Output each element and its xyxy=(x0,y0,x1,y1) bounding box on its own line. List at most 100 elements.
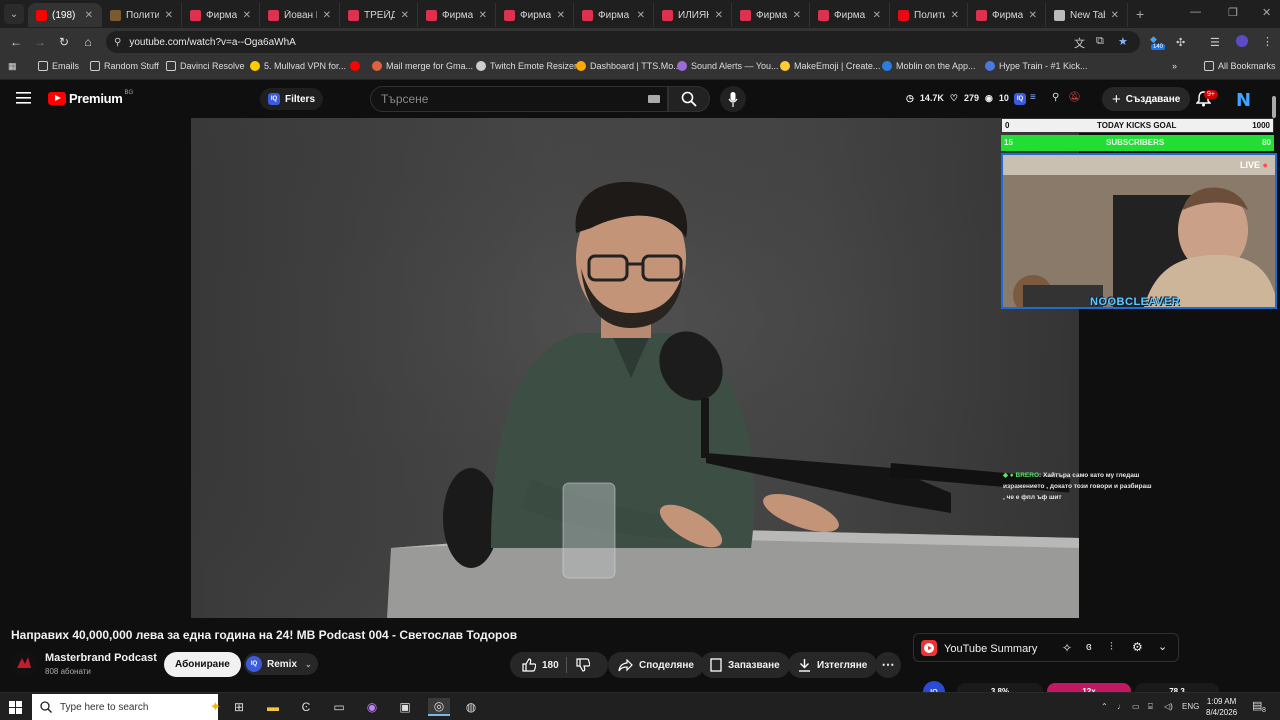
bookmark-item[interactable]: Random Stuff xyxy=(90,61,159,71)
forward-icon[interactable]: → xyxy=(28,35,52,49)
apps-grid-icon[interactable]: ▦ xyxy=(8,61,17,72)
keyboard-icon[interactable] xyxy=(648,95,660,103)
bookmark-item[interactable]: Moblin on the App... xyxy=(882,61,976,71)
file-explorer-icon[interactable]: ▬ xyxy=(264,698,282,716)
address-bar[interactable]: ⚲ youtube.com/watch?v=a--Oga6aWhA 文 ⧉ ★ xyxy=(106,31,1140,53)
bookmark-item[interactable]: MakeEmoji | Create... xyxy=(780,61,880,71)
youtube-logo[interactable]: Premium BG xyxy=(48,90,133,106)
tab-close-icon[interactable]: ✕ xyxy=(165,10,173,21)
account-avatar[interactable]: N xyxy=(1236,90,1251,111)
bookmark-item[interactable]: Dashboard | TTS.Mo... xyxy=(576,61,681,71)
bookmark-item[interactable]: Davinci Resolve xyxy=(166,61,245,71)
more-actions-icon[interactable]: ⋯ xyxy=(875,652,901,678)
discord-icon[interactable]: ◉ xyxy=(363,698,381,716)
chrome-icon[interactable]: ◎ xyxy=(428,698,450,716)
tab-close-icon[interactable]: ✕ xyxy=(479,10,487,21)
bookmark-item[interactable]: Emails xyxy=(38,61,79,71)
browser-tab[interactable]: Фирма ✕ xyxy=(182,3,260,27)
browser-tab[interactable]: Фирма ✕ xyxy=(496,3,574,27)
more-bookmarks-icon[interactable]: » xyxy=(1172,61,1177,71)
tray-volume-icon[interactable]: ◁) xyxy=(1164,702,1173,711)
tab-close-icon[interactable]: ✕ xyxy=(323,10,331,21)
bookmark-item[interactable]: Mail merge for Gma... xyxy=(372,61,473,71)
search-button[interactable] xyxy=(668,86,710,112)
site-info-icon[interactable]: ⚲ xyxy=(114,37,121,48)
browser-tab[interactable]: Фирма ✕ xyxy=(418,3,496,27)
tab-close-icon[interactable]: ✕ xyxy=(873,10,881,21)
settings-gear-icon[interactable]: ⚙ xyxy=(1132,640,1143,654)
tab-close-icon[interactable]: ✕ xyxy=(951,10,959,21)
remix-button[interactable]: IQ Remix ⌄ xyxy=(244,653,318,675)
tab-close-icon[interactable]: ✕ xyxy=(637,10,645,21)
tab-close-icon[interactable]: ✕ xyxy=(85,10,93,21)
browser-tab[interactable]: Фирма ✕ xyxy=(732,3,810,27)
browser-tab[interactable]: Полити ✕ xyxy=(102,3,182,27)
bookmark-item[interactable]: Hype Train - #1 Kick... xyxy=(985,61,1088,71)
translate-icon[interactable]: 文 xyxy=(1074,35,1085,51)
profile-avatar[interactable] xyxy=(1236,35,1248,47)
reading-list-icon[interactable]: ☰ xyxy=(1210,36,1220,49)
browser-tab[interactable]: Фирма ✕ xyxy=(968,3,1046,27)
browser-tab[interactable]: ИЛИЯН ✕ xyxy=(654,3,732,27)
bookmark-item[interactable] xyxy=(350,61,364,71)
share-button[interactable]: Споделяне xyxy=(608,652,704,678)
video-player[interactable] xyxy=(191,118,1079,618)
like-button[interactable]: 180 xyxy=(522,658,559,672)
glasses-icon[interactable]: ɞ xyxy=(1086,641,1092,653)
iq-settings-icon[interactable]: IQ xyxy=(1014,93,1026,105)
tab-close-icon[interactable]: ✕ xyxy=(793,10,801,21)
install-app-icon[interactable]: ⧉ xyxy=(1096,35,1104,48)
pin-icon[interactable]: ⚲ xyxy=(1052,92,1059,103)
home-icon[interactable]: ⌂ xyxy=(76,35,100,49)
app-ring-icon[interactable]: ◍ xyxy=(462,698,480,716)
download-button[interactable]: Изтегляне xyxy=(788,652,878,678)
voice-search-button[interactable] xyxy=(720,86,746,112)
browser-menu-icon[interactable]: ⋮ xyxy=(1262,35,1273,48)
list-icon[interactable]: ≡ xyxy=(1030,92,1036,103)
tray-mic-icon[interactable]: ♩ xyxy=(1117,702,1125,711)
browser-tab[interactable]: Полити ✕ xyxy=(890,3,968,27)
channel-name[interactable]: Masterbrand Podcast xyxy=(45,652,157,664)
browser-tab[interactable]: (198) ✕ xyxy=(28,3,102,27)
tab-close-icon[interactable]: ✕ xyxy=(401,10,409,21)
tab-close-icon[interactable]: ✕ xyxy=(1111,10,1119,21)
maximize-icon[interactable]: ❐ xyxy=(1228,6,1238,19)
close-window-icon[interactable]: ✕ xyxy=(1262,6,1271,19)
bookmark-item[interactable]: Sound Alerts — You... xyxy=(677,61,779,71)
all-bookmarks-folder[interactable]: All Bookmarks xyxy=(1204,61,1276,71)
chevron-down-icon[interactable]: ⌄ xyxy=(305,660,312,669)
sparkle-icon[interactable]: ✧ xyxy=(1062,641,1072,655)
back-icon[interactable]: ← xyxy=(4,35,28,49)
windows-start-icon[interactable] xyxy=(6,698,24,716)
bookmark-item[interactable]: 5. Mullvad VPN for... xyxy=(250,61,346,71)
reload-icon[interactable]: ↻ xyxy=(52,35,76,49)
taskbar-search-input[interactable]: Type here to search ✦ xyxy=(32,694,221,720)
audio-wave-icon[interactable]: ⫶ xyxy=(1110,641,1113,654)
tray-network-icon[interactable]: ⌸ xyxy=(1148,702,1153,712)
language-indicator[interactable]: ENG xyxy=(1182,702,1199,711)
hamburger-menu-icon[interactable] xyxy=(16,91,31,109)
browser-tab[interactable]: ТРЕЙДО ✕ xyxy=(340,3,418,27)
tab-close-icon[interactable]: ✕ xyxy=(557,10,565,21)
browser-tab[interactable]: New Tab ✕ xyxy=(1046,3,1128,27)
youtube-summary-panel[interactable]: YouTube Summary ✧ ɞ ⫶ ⚙ ⌄ xyxy=(913,633,1179,662)
browser-tab[interactable]: Фирма ✕ xyxy=(810,3,890,27)
tray-expand-icon[interactable]: ⌃ xyxy=(1101,702,1108,711)
tab-close-icon[interactable]: ✕ xyxy=(243,10,251,21)
task-view-icon[interactable]: ⊞ xyxy=(230,698,248,716)
dislike-button[interactable] xyxy=(576,658,596,675)
tab-close-icon[interactable]: ✕ xyxy=(1029,10,1037,21)
mute-notifications-icon[interactable]: 🔕︎ xyxy=(1068,92,1081,103)
bookmark-item[interactable]: Twitch Emote Resizer xyxy=(476,61,577,71)
search-input[interactable]: Търсене xyxy=(370,86,668,112)
tab-close-icon[interactable]: ✕ xyxy=(715,10,723,21)
app-c-icon[interactable]: Ͼ xyxy=(297,698,315,716)
minimize-icon[interactable]: — xyxy=(1190,6,1201,18)
channel-avatar[interactable] xyxy=(11,650,37,676)
bookmark-star-icon[interactable]: ★ xyxy=(1118,35,1128,48)
tab-search-button[interactable]: ⌄ xyxy=(4,4,24,24)
new-tab-button[interactable]: + xyxy=(1136,6,1144,22)
save-button[interactable]: Запазване xyxy=(700,652,790,678)
notification-center-icon[interactable]: ▤ xyxy=(1252,699,1262,712)
app-window-icon[interactable]: ▭ xyxy=(330,698,348,716)
